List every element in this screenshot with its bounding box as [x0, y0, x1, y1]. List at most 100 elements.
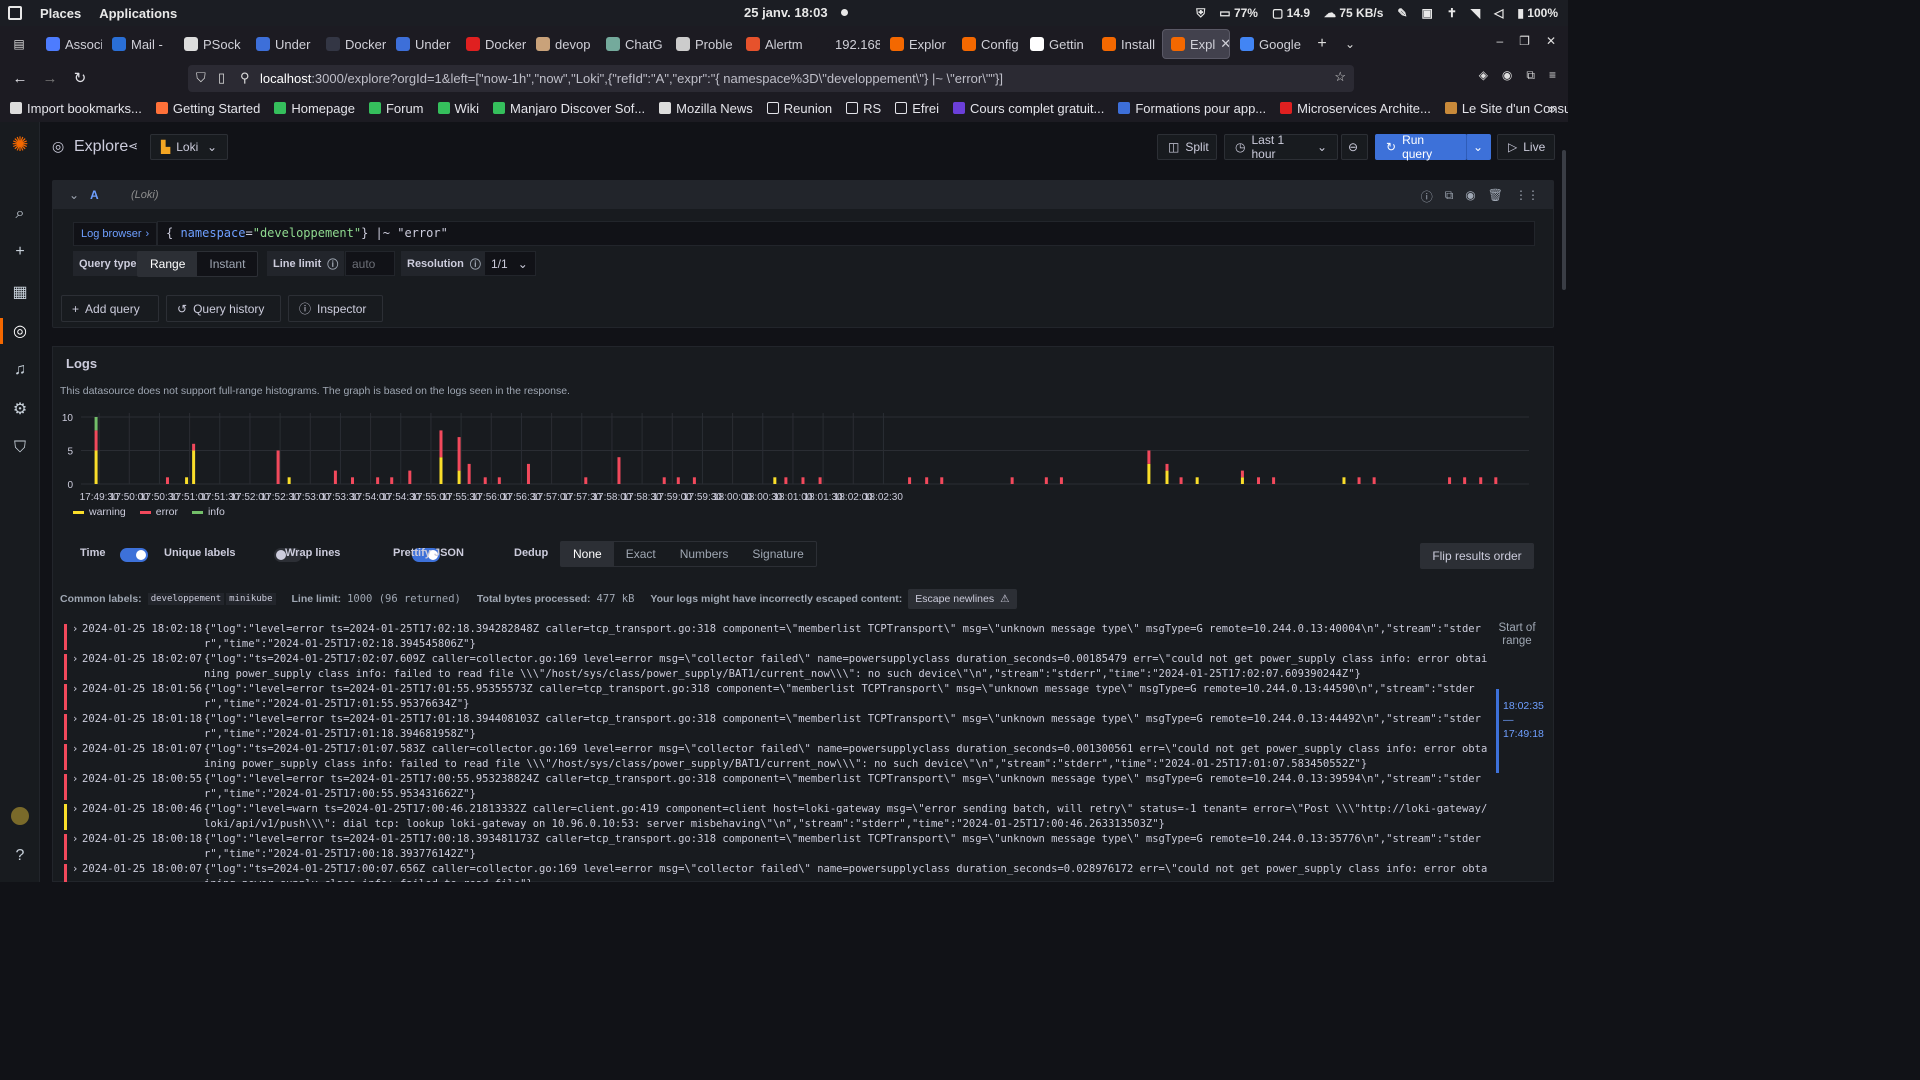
grafana-logo-icon[interactable]: ✺ — [10, 134, 30, 156]
clock[interactable]: 25 janv. 18:03 — [744, 5, 828, 20]
split-button[interactable]: ◫ Split — [1157, 134, 1217, 160]
bookmark-star-icon[interactable]: ☆ — [1334, 69, 1346, 85]
explore-compass-icon[interactable]: ◎ — [10, 321, 30, 341]
query-history-button[interactable]: ↺ Query history — [166, 295, 281, 322]
browser-tab[interactable]: Associ — [38, 29, 102, 59]
bookmark-item[interactable]: Microservices Archite... — [1280, 101, 1431, 116]
tab-list-icon[interactable]: ⌄ — [1336, 37, 1364, 51]
drag-handle-icon[interactable]: ⋮⋮ — [1515, 188, 1539, 205]
inspector-button[interactable]: ⓘ Inspector — [288, 295, 383, 322]
activities-icon[interactable] — [8, 6, 22, 20]
time-toggle[interactable] — [120, 547, 148, 562]
collapse-chevron-icon[interactable]: ⌄ — [69, 188, 79, 202]
browser-tab[interactable]: ChatG — [598, 29, 666, 59]
query-type-range[interactable]: Range — [138, 252, 198, 276]
browser-tab[interactable]: 192.168.4 — [808, 29, 880, 59]
legend-item[interactable]: info — [191, 506, 225, 518]
log-row[interactable]: › 2024-01-25 18:00:55 {"log":"level=error … — [64, 772, 1494, 802]
log-row[interactable]: › 2024-01-25 18:02:07 {"log":"ts=2024-01-2… — [64, 652, 1494, 682]
create-icon[interactable]: + — [10, 242, 30, 262]
bookmark-item[interactable]: Cours complet gratuit... — [952, 101, 1104, 116]
help-icon[interactable]: ⓘ — [1421, 188, 1433, 205]
tab-overview-icon[interactable]: ▤ — [0, 37, 38, 51]
datasource-picker[interactable]: ▙ Loki ⌄ — [150, 134, 228, 160]
log-row[interactable]: › 2024-01-25 18:00:07 {"log":"ts=2024-01-2… — [64, 862, 1494, 882]
start-of-range-button[interactable]: Start of range — [1497, 622, 1537, 648]
log-row[interactable]: › 2024-01-25 18:00:18 {"log":"level=error … — [64, 832, 1494, 862]
time-range-picker[interactable]: ◷ Last 1 hour ⌄ — [1224, 133, 1338, 161]
browser-tab[interactable]: Under — [248, 29, 316, 59]
query-type-instant[interactable]: Instant — [197, 252, 257, 276]
expand-chevron-icon[interactable]: › — [72, 652, 78, 667]
legend-item[interactable]: error — [139, 506, 178, 518]
bookmark-item[interactable]: Forum — [368, 101, 424, 116]
new-tab-icon[interactable]: + — [1308, 35, 1336, 53]
browser-tab[interactable]: PSock — [176, 29, 246, 59]
wifi-icon[interactable]: ◥ — [1471, 6, 1480, 20]
flip-results-button[interactable]: Flip results order — [1420, 543, 1534, 569]
search-icon[interactable]: ⌕ — [10, 204, 30, 224]
menu-icon[interactable]: ≡ — [1549, 68, 1556, 83]
browser-tab[interactable]: Proble — [668, 29, 736, 59]
paperclip-icon[interactable]: ✎ — [1397, 6, 1407, 20]
reload-icon[interactable]: ↻ — [66, 64, 94, 92]
clipboard-icon[interactable]: ▣ — [1421, 6, 1432, 20]
range-label[interactable]: 18:02:35 — 17:49:18 — [1503, 699, 1544, 741]
expand-chevron-icon[interactable]: › — [72, 862, 78, 877]
browser-tab[interactable]: Gettin — [1022, 29, 1092, 59]
dashboards-icon[interactable]: ▦ — [10, 282, 30, 302]
browser-tab[interactable]: Config — [954, 29, 1020, 59]
expand-chevron-icon[interactable]: › — [72, 832, 78, 847]
zoom-out-button[interactable]: ⊖ — [1341, 134, 1368, 160]
extensions-icon[interactable]: ⧉ — [1526, 68, 1535, 83]
dedup-exact[interactable]: Exact — [614, 542, 668, 566]
close-tab-icon[interactable]: ✕ — [1220, 36, 1229, 52]
duplicate-icon[interactable]: ⧉ — [1445, 188, 1454, 205]
battery[interactable]: ▮ 100% — [1517, 6, 1558, 20]
server-admin-shield-icon[interactable]: ⛉ — [10, 438, 30, 458]
page-scrollbar[interactable] — [1562, 150, 1566, 290]
add-query-button[interactable]: + Add query — [61, 295, 159, 322]
bookmark-item[interactable]: Mozilla News — [659, 101, 753, 116]
account-icon[interactable]: ◉ — [1502, 68, 1512, 83]
share-icon[interactable]: ⋖ — [128, 139, 138, 153]
tracking-shield-icon[interactable]: ⛉ — [196, 70, 206, 86]
dedup-none[interactable]: None — [561, 542, 614, 566]
pocket-icon[interactable]: ◈ — [1479, 68, 1488, 83]
minimize-icon[interactable]: – — [1496, 34, 1503, 48]
browser-tab[interactable]: Mail - — [104, 29, 174, 59]
log-row[interactable]: › 2024-01-25 18:01:18 {"log":"level=error … — [64, 712, 1494, 742]
browser-tab[interactable]: Explor — [882, 29, 952, 59]
forward-icon[interactable]: → — [36, 64, 64, 92]
log-browser-button[interactable]: Log browser › — [73, 222, 158, 246]
expand-chevron-icon[interactable]: › — [72, 802, 78, 817]
browser-tab[interactable]: Docker — [458, 29, 526, 59]
applications-menu[interactable]: Applications — [99, 6, 177, 21]
info-icon[interactable]: ⓘ — [470, 256, 481, 272]
browser-tab[interactable]: Docker — [318, 29, 386, 59]
escape-newlines-button[interactable]: Escape newlines ⚠ — [908, 589, 1017, 609]
permissions-icon[interactable]: ⚲ — [240, 70, 250, 86]
configuration-gear-icon[interactable]: ⚙ — [10, 399, 30, 419]
dedup-numbers[interactable]: Numbers — [668, 542, 741, 566]
bookmark-item[interactable]: Import bookmarks... — [10, 101, 142, 116]
back-icon[interactable]: ← — [6, 64, 34, 92]
bookmark-item[interactable]: Getting Started — [155, 101, 260, 116]
delete-trash-icon[interactable]: 🗑 — [1488, 188, 1503, 205]
log-row[interactable]: › 2024-01-25 18:02:18 {"log":"level=error … — [64, 622, 1494, 652]
bookmark-item[interactable]: Efrei — [895, 101, 939, 116]
user-avatar[interactable] — [11, 807, 29, 825]
bookmark-item[interactable]: Manjaro Discover Sof... — [493, 101, 645, 116]
expand-chevron-icon[interactable]: › — [72, 622, 78, 637]
restore-icon[interactable]: ❐ — [1519, 34, 1530, 48]
log-row[interactable]: › 2024-01-25 18:01:56 {"log":"level=error … — [64, 682, 1494, 712]
expand-chevron-icon[interactable]: › — [72, 772, 78, 787]
info-icon[interactable]: ⓘ — [327, 256, 338, 272]
bookmarks-overflow-icon[interactable]: » — [1549, 101, 1556, 116]
close-window-icon[interactable]: ✕ — [1546, 34, 1556, 48]
bookmark-item[interactable]: Homepage — [274, 101, 355, 116]
hide-eye-icon[interactable]: ◉ — [1465, 188, 1475, 205]
mute-icon[interactable]: ◁ — [1494, 6, 1503, 20]
browser-tab[interactable]: Google — [1232, 29, 1308, 59]
query-ref-id[interactable]: A — [90, 188, 99, 202]
